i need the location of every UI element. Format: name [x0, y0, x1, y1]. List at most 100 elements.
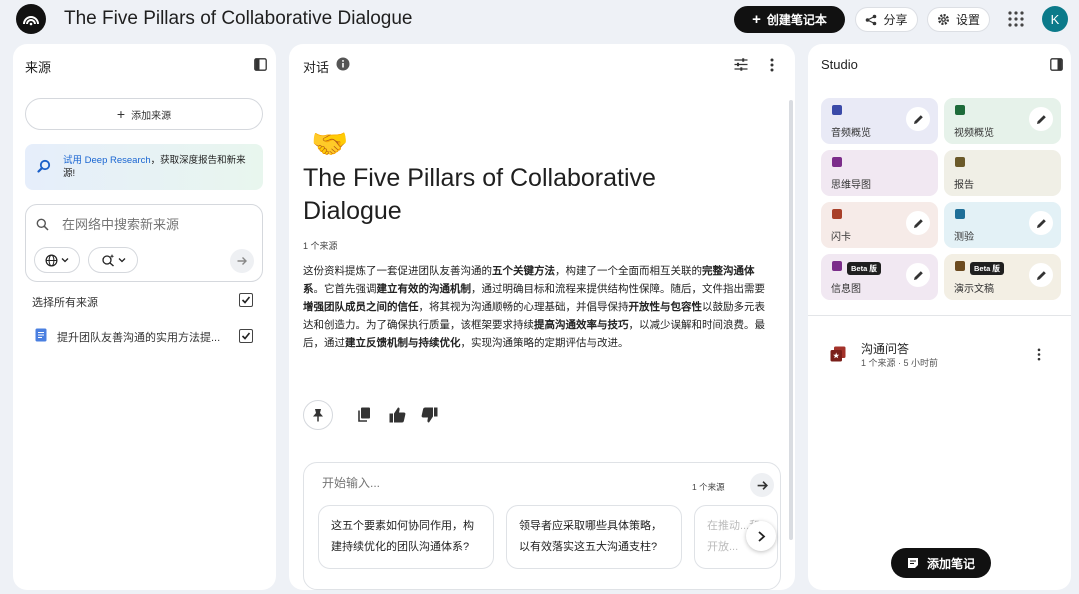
copy-icon[interactable]: [357, 407, 371, 423]
composer-source-count: 1 个来源: [692, 482, 725, 492]
edit-button[interactable]: [1029, 263, 1053, 287]
chat-composer: 1 个来源 这五个要素如何协同作用，构建持续优化的团队沟通体系? 领导者应采取哪…: [303, 462, 781, 590]
select-all-label: 选择所有来源: [32, 297, 98, 309]
deep-research-promo[interactable]: 试用 Deep Research，获取深度报告和新来源!: [25, 144, 263, 190]
summary-bold-text: 建立反馈机制与持续优化: [345, 337, 461, 349]
tune-icon[interactable]: [734, 58, 748, 71]
arrow-right-icon: [237, 257, 247, 265]
info-icon[interactable]: [336, 57, 350, 71]
pin-icon: [313, 409, 323, 422]
chat-title: 对话: [303, 60, 330, 75]
notebooklm-logo-icon[interactable]: [16, 4, 46, 34]
video-icon: [955, 105, 965, 115]
collapse-panel-icon[interactable]: [1050, 58, 1063, 71]
summary-text: ，通过明确目标和流程来提供结构性保障。随后，文件指出需要: [471, 283, 765, 295]
apps-grid-icon[interactable]: [1007, 10, 1025, 28]
sources-panel: 来源 + 添加来源 试用 Deep Research，获取深度报告和新来源! 选…: [13, 44, 276, 590]
plus-icon: +: [752, 11, 761, 28]
summary-text: 这份资料提炼了一套促进团队友善沟通的: [303, 265, 492, 277]
web-search-input[interactable]: [62, 217, 252, 232]
deep-research-link[interactable]: 试用 Deep Research: [63, 155, 151, 166]
studio-tile[interactable]: 闪卡: [821, 202, 938, 248]
create-notebook-button[interactable]: + 创建笔记本: [734, 6, 845, 33]
thumbs-down-icon[interactable]: [421, 407, 438, 423]
research-magnifier-icon: [37, 159, 51, 173]
summary-bold-text: 开放性与包容性: [628, 301, 703, 313]
thumbs-up-icon[interactable]: [389, 407, 406, 423]
summary-text: ，实现沟通策略的定期评估与改进。: [460, 337, 629, 349]
edit-button[interactable]: [1029, 211, 1053, 235]
avatar[interactable]: K: [1042, 6, 1068, 32]
arrow-right-icon: [757, 480, 768, 490]
studio-tile[interactable]: 音频概览: [821, 98, 938, 144]
chevron-down-icon: [61, 258, 69, 263]
gear-icon: [938, 14, 949, 25]
suggestion-chip[interactable]: 这五个要素如何协同作用，构建持续优化的团队沟通体系?: [318, 505, 494, 569]
next-suggestions-button[interactable]: [746, 521, 776, 551]
notebook-title[interactable]: The Five Pillars of Collaborative Dialog…: [64, 8, 413, 30]
select-all-checkbox[interactable]: [239, 293, 253, 307]
web-source-dropdown[interactable]: [34, 247, 80, 273]
studio-panel: Studio 音频概览 视频概览 思维导图 报告 闪卡 测验 Beta 版信息图 Beta 版…: [808, 44, 1071, 590]
collapse-panel-icon[interactable]: [254, 58, 267, 71]
summary-text: ，构建了一个全面而相互关联的: [555, 265, 702, 277]
suggestion-chip[interactable]: 领导者应采取哪些具体策略，以有效落实这五大沟通支柱?: [506, 505, 682, 569]
chat-input[interactable]: [322, 476, 622, 490]
share-button[interactable]: 分享: [855, 7, 918, 32]
beta-badge: Beta 版: [847, 262, 881, 275]
checkmark-icon: [241, 296, 251, 304]
save-to-note-button[interactable]: [303, 400, 333, 430]
note-add-icon: [907, 558, 918, 568]
pencil-icon: [1036, 270, 1046, 280]
share-label: 分享: [883, 13, 908, 27]
settings-button[interactable]: 设置: [927, 7, 990, 32]
summary-bold-text: 提高沟通效率与技巧: [534, 319, 629, 331]
more-vert-icon[interactable]: [1037, 348, 1041, 361]
share-icon: [866, 14, 877, 25]
divider: [808, 315, 1071, 316]
studio-tile-label: 音频概览: [831, 128, 871, 139]
studio-tile-label: 闪卡: [831, 232, 851, 243]
chat-scrollbar[interactable]: [789, 100, 793, 540]
pencil-icon: [913, 114, 923, 124]
chat-panel: 对话 🤝 The Five Pillars of Collaborative D…: [289, 44, 795, 590]
studio-tile[interactable]: Beta 版信息图: [821, 254, 938, 300]
add-note-button[interactable]: 添加笔记: [891, 548, 991, 578]
edit-button[interactable]: [1029, 107, 1053, 131]
audio-icon: [832, 105, 842, 115]
sparkle-search-icon: [101, 254, 114, 267]
checkmark-icon: [241, 332, 251, 340]
quiz-icon: [955, 209, 965, 219]
studio-tile[interactable]: 思维导图: [821, 150, 938, 196]
search-icon: [36, 218, 49, 231]
studio-tile[interactable]: Beta 版演示文稿: [944, 254, 1061, 300]
add-source-label: 添加来源: [131, 110, 172, 122]
notebook-heading: The Five Pillars of Collaborative Dialog…: [303, 164, 656, 225]
globe-icon: [45, 254, 58, 266]
create-notebook-label: 创建笔记本: [766, 13, 827, 27]
note-title: 沟通问答: [861, 342, 910, 356]
studio-tile[interactable]: 报告: [944, 150, 1061, 196]
note-cards-icon: [830, 346, 846, 362]
flashcard-icon: [832, 209, 842, 219]
research-mode-dropdown[interactable]: [88, 247, 138, 273]
edit-button[interactable]: [906, 211, 930, 235]
pencil-icon: [1036, 218, 1046, 228]
source-item-checkbox[interactable]: [239, 329, 253, 343]
send-button[interactable]: [750, 473, 774, 497]
studio-tile[interactable]: 视频概览: [944, 98, 1061, 144]
studio-tile-label: 报告: [954, 180, 974, 191]
studio-tile-label: 视频概览: [954, 128, 994, 139]
studio-tile[interactable]: 测验: [944, 202, 1061, 248]
edit-button[interactable]: [906, 107, 930, 131]
more-vert-icon[interactable]: [770, 58, 774, 72]
edit-button[interactable]: [906, 263, 930, 287]
add-source-button[interactable]: + 添加来源: [25, 98, 263, 130]
pencil-icon: [913, 270, 923, 280]
studio-tile-label: 思维导图: [831, 180, 871, 191]
add-note-label: 添加笔记: [926, 556, 975, 571]
summary-bold-text: 建立有效的沟通机制: [376, 283, 472, 295]
summary-text: ，将其视为沟通顺畅的心理基础，并倡导保持: [418, 301, 629, 313]
search-submit-button[interactable]: [230, 249, 254, 273]
summary-text: 。它首先强调: [313, 283, 377, 295]
